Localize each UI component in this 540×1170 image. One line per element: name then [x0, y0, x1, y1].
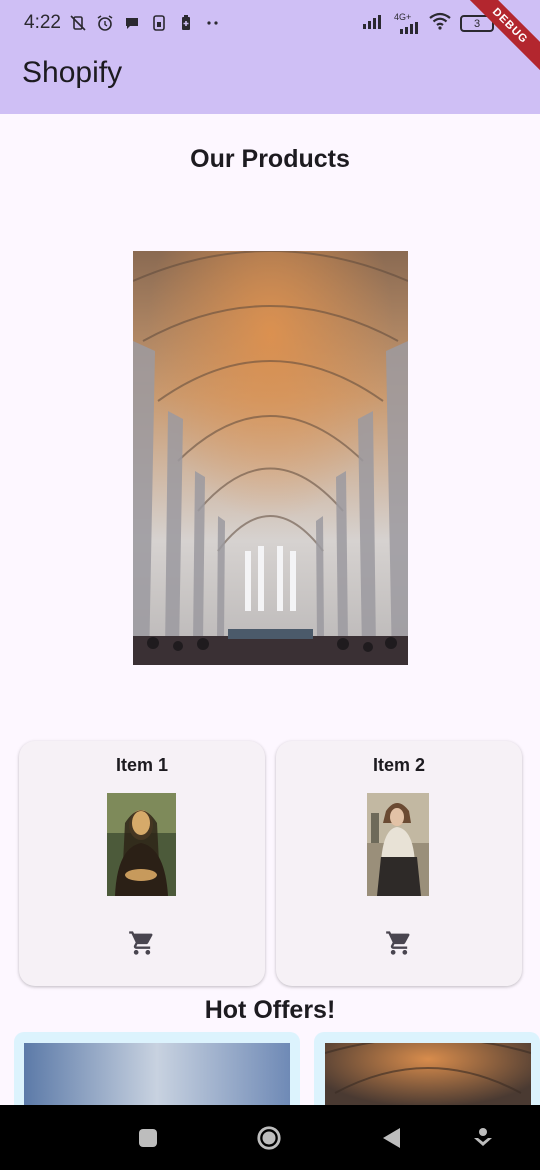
home-icon — [257, 1126, 281, 1150]
recents-button[interactable] — [135, 1125, 161, 1151]
add-to-cart-button-item-1[interactable] — [126, 927, 158, 959]
battery-saver-icon — [177, 14, 195, 32]
hot-offers-heading: Hot Offers! — [204, 996, 336, 1024]
more-dots-icon — [204, 14, 222, 32]
girl-portrait-image — [367, 793, 429, 896]
chat-icon — [123, 14, 141, 32]
battery-level: 3 — [473, 17, 481, 30]
cart-icon — [129, 931, 153, 955]
network-label: 4G+ — [394, 12, 412, 22]
status-time: 4:22 — [24, 12, 61, 33]
hero-cathedral-image — [133, 251, 408, 665]
home-button[interactable] — [256, 1125, 282, 1151]
signal-4g-icon: 4G+ — [394, 13, 420, 34]
cathedral-image — [133, 251, 408, 665]
app-title: Shopify — [22, 56, 123, 89]
products-heading: Our Products — [190, 145, 350, 173]
status-bar: 4:22 4G+ 3 — [0, 0, 540, 46]
assistant-icon — [474, 1128, 492, 1146]
status-icons-left — [69, 14, 222, 32]
signal-icon — [362, 12, 386, 35]
item-1-title: Item 1 — [115, 755, 169, 775]
add-to-cart-button-item-2[interactable] — [383, 927, 415, 959]
cart-icon — [386, 931, 410, 955]
product-card-item-2[interactable]: Item 2 — [276, 741, 522, 986]
system-nav-bar — [0, 1105, 540, 1170]
status-icons-right: 4G+ 3 — [362, 12, 494, 35]
recents-icon — [139, 1129, 157, 1147]
vibrate-off-icon — [69, 14, 87, 32]
alarm-icon — [96, 14, 114, 32]
item-2-title: Item 2 — [372, 755, 426, 775]
product-card-item-1[interactable]: Item 1 — [19, 741, 265, 986]
app-bar: 4:22 4G+ 3 DEBUG Shopify — [0, 0, 540, 114]
assistant-button[interactable] — [470, 1125, 496, 1151]
wifi-icon — [428, 12, 452, 35]
back-button[interactable] — [379, 1125, 405, 1151]
sim-icon — [150, 14, 168, 32]
back-icon — [383, 1128, 400, 1148]
mona-lisa-image — [107, 793, 176, 896]
